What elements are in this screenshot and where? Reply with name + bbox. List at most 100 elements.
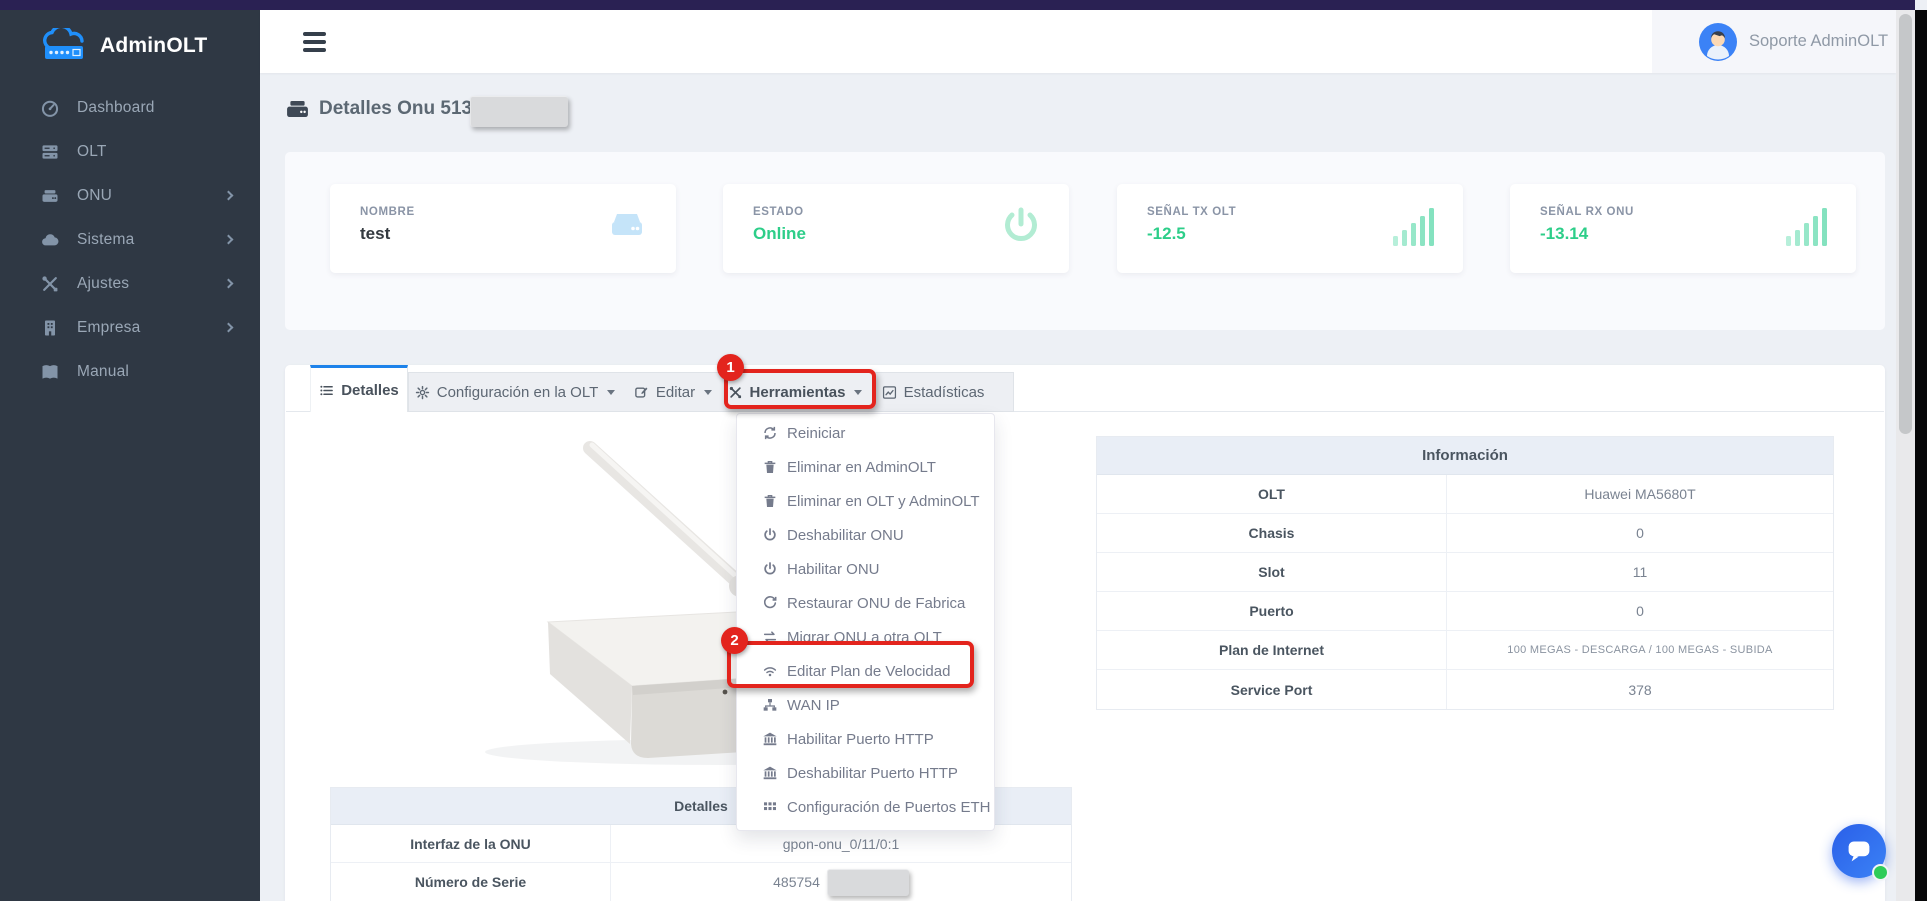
redacted-serial-suffix — [827, 869, 909, 896]
caret-down-icon — [704, 390, 712, 395]
bank-icon — [762, 731, 778, 747]
chevron-right-icon — [224, 191, 234, 201]
refresh-icon — [762, 425, 778, 441]
hamburger-menu-button[interactable] — [303, 30, 326, 54]
tab-label: Estadísticas — [904, 384, 985, 401]
row-label: Plan de Internet — [1097, 631, 1447, 669]
restore-icon — [762, 595, 778, 611]
chart-icon — [882, 385, 897, 400]
user-name: Soporte AdminOLT — [1749, 32, 1888, 51]
brand-logo[interactable]: AdminOLT — [38, 28, 207, 64]
row-value: 0 — [1447, 514, 1833, 552]
sidebar-item-sistema[interactable]: Sistema — [0, 218, 260, 262]
tab-label: Configuración en la OLT — [437, 384, 598, 401]
row-value: 378 — [1447, 670, 1833, 709]
tab-bar: Configuración en la OLT Editar Herramien… — [408, 372, 1014, 412]
menu-item-restaurar-onu-de-fabrica[interactable]: Restaurar ONU de Fabrica — [737, 586, 994, 620]
stat-label: ESTADO — [753, 206, 804, 218]
scrollbar-thumb[interactable] — [1899, 14, 1912, 434]
stat-card-nombre: NOMBRE test — [330, 184, 676, 273]
serial-number-prefix: 485754 — [773, 874, 820, 890]
row-value: 11 — [1447, 553, 1833, 591]
page-title-row: Detalles Onu 513 - — [286, 98, 484, 120]
menu-item-eliminar-en-olt-y-adminolt[interactable]: Eliminar en OLT y AdminOLT — [737, 484, 994, 518]
menu-item-label: WAN IP — [787, 697, 840, 714]
chat-bubble-icon — [1845, 838, 1873, 864]
stat-value: -13.14 — [1540, 224, 1588, 244]
browser-top-strip — [0, 0, 1915, 10]
gear-icon — [415, 385, 430, 400]
tab-editar[interactable]: Editar — [621, 372, 725, 412]
gauge-icon — [40, 98, 60, 118]
user-menu[interactable]: Soporte AdminOLT — [1652, 10, 1905, 73]
informacion-table-title: Información — [1097, 437, 1833, 475]
sidebar-item-olt[interactable]: OLT — [0, 130, 260, 174]
trash-icon — [762, 493, 778, 509]
table-row: Número de Serie 485754 — [331, 863, 1071, 901]
brand-name: AdminOLT — [100, 34, 207, 58]
sidebar-item-dashboard[interactable]: Dashboard — [0, 86, 260, 130]
onu-device-icon — [40, 186, 60, 206]
cloud-icon — [40, 230, 60, 250]
grid-icon — [762, 799, 778, 815]
informacion-table: Información OLT Huawei MA5680T Chasis 0 … — [1096, 436, 1834, 710]
stat-card-senal-rx-onu: SEÑAL RX ONU -13.14 — [1510, 184, 1856, 273]
row-label: Chasis — [1097, 514, 1447, 552]
menu-item-label: Eliminar en AdminOLT — [787, 459, 936, 476]
herramientas-dropdown-menu: Reiniciar Eliminar en AdminOLT Eliminar … — [736, 413, 995, 831]
annotation-box-herramientas — [724, 369, 876, 409]
power-icon — [762, 527, 778, 543]
annotation-badge-2: 2 — [721, 627, 748, 654]
menu-item-eliminar-en-adminolt[interactable]: Eliminar en AdminOLT — [737, 450, 994, 484]
row-value: 100 MEGAS - DESCARGA / 100 MEGAS - SUBID… — [1447, 631, 1833, 669]
avatar — [1699, 23, 1737, 61]
screen-right-edge — [1915, 10, 1927, 901]
power-icon — [999, 204, 1043, 248]
chat-online-dot — [1872, 864, 1889, 881]
list-icon — [319, 383, 334, 398]
redacted-onu-name — [470, 96, 568, 127]
menu-item-label: Deshabilitar ONU — [787, 527, 904, 544]
menu-item-habilitar-onu[interactable]: Habilitar ONU — [737, 552, 994, 586]
sidebar-item-ajustes[interactable]: Ajustes — [0, 262, 260, 306]
stat-card-estado: ESTADO Online — [723, 184, 1069, 273]
menu-item-wan-ip[interactable]: WAN IP — [737, 688, 994, 722]
stat-label: NOMBRE — [360, 206, 415, 218]
tab-label: Detalles — [341, 382, 399, 399]
row-label: Slot — [1097, 553, 1447, 591]
trash-icon — [762, 459, 778, 475]
stat-label: SEÑAL TX OLT — [1147, 206, 1236, 218]
onu-device-icon — [604, 204, 650, 244]
sidebar-item-onu[interactable]: ONU — [0, 174, 260, 218]
table-row: Slot 11 — [1097, 553, 1833, 592]
sitemap-icon — [762, 697, 778, 713]
tab-detalles[interactable]: Detalles — [310, 365, 408, 412]
caret-down-icon — [607, 390, 615, 395]
edit-icon — [634, 385, 649, 400]
stat-value: -12.5 — [1147, 224, 1186, 244]
menu-item-habilitar-puerto-http[interactable]: Habilitar Puerto HTTP — [737, 722, 994, 756]
tab-configuracion-en-la-olt[interactable]: Configuración en la OLT — [409, 372, 621, 412]
building-icon — [40, 318, 60, 338]
menu-item-configuracion-de-puertos-eth[interactable]: Configuración de Puertos ETH — [737, 790, 994, 824]
chevron-right-icon — [224, 235, 234, 245]
sidebar-item-manual[interactable]: Manual — [0, 350, 260, 394]
menu-item-deshabilitar-onu[interactable]: Deshabilitar ONU — [737, 518, 994, 552]
row-label: OLT — [1097, 475, 1447, 513]
row-label: Interfaz de la ONU — [331, 825, 611, 862]
table-row: Puerto 0 — [1097, 592, 1833, 631]
adminolt-app: AdminOLT Dashboard OLT ONU Sistema Ajust… — [0, 0, 1927, 901]
row-label: Service Port — [1097, 670, 1447, 709]
chevron-right-icon — [224, 279, 234, 289]
row-value: 0 — [1447, 592, 1833, 630]
row-value: Huawei MA5680T — [1447, 475, 1833, 513]
menu-item-deshabilitar-puerto-http[interactable]: Deshabilitar Puerto HTTP — [737, 756, 994, 790]
menu-item-label: Eliminar en OLT y AdminOLT — [787, 493, 980, 510]
stat-card-senal-tx-olt: SEÑAL TX OLT -12.5 — [1117, 184, 1463, 273]
server-icon — [40, 142, 60, 162]
tab-label: Editar — [656, 384, 695, 401]
tab-estadisticas[interactable]: Estadísticas — [865, 372, 1001, 412]
sidebar-item-empresa[interactable]: Empresa — [0, 306, 260, 350]
menu-item-reiniciar[interactable]: Reiniciar — [737, 416, 994, 450]
sidebar-item-label: ONU — [77, 187, 112, 205]
